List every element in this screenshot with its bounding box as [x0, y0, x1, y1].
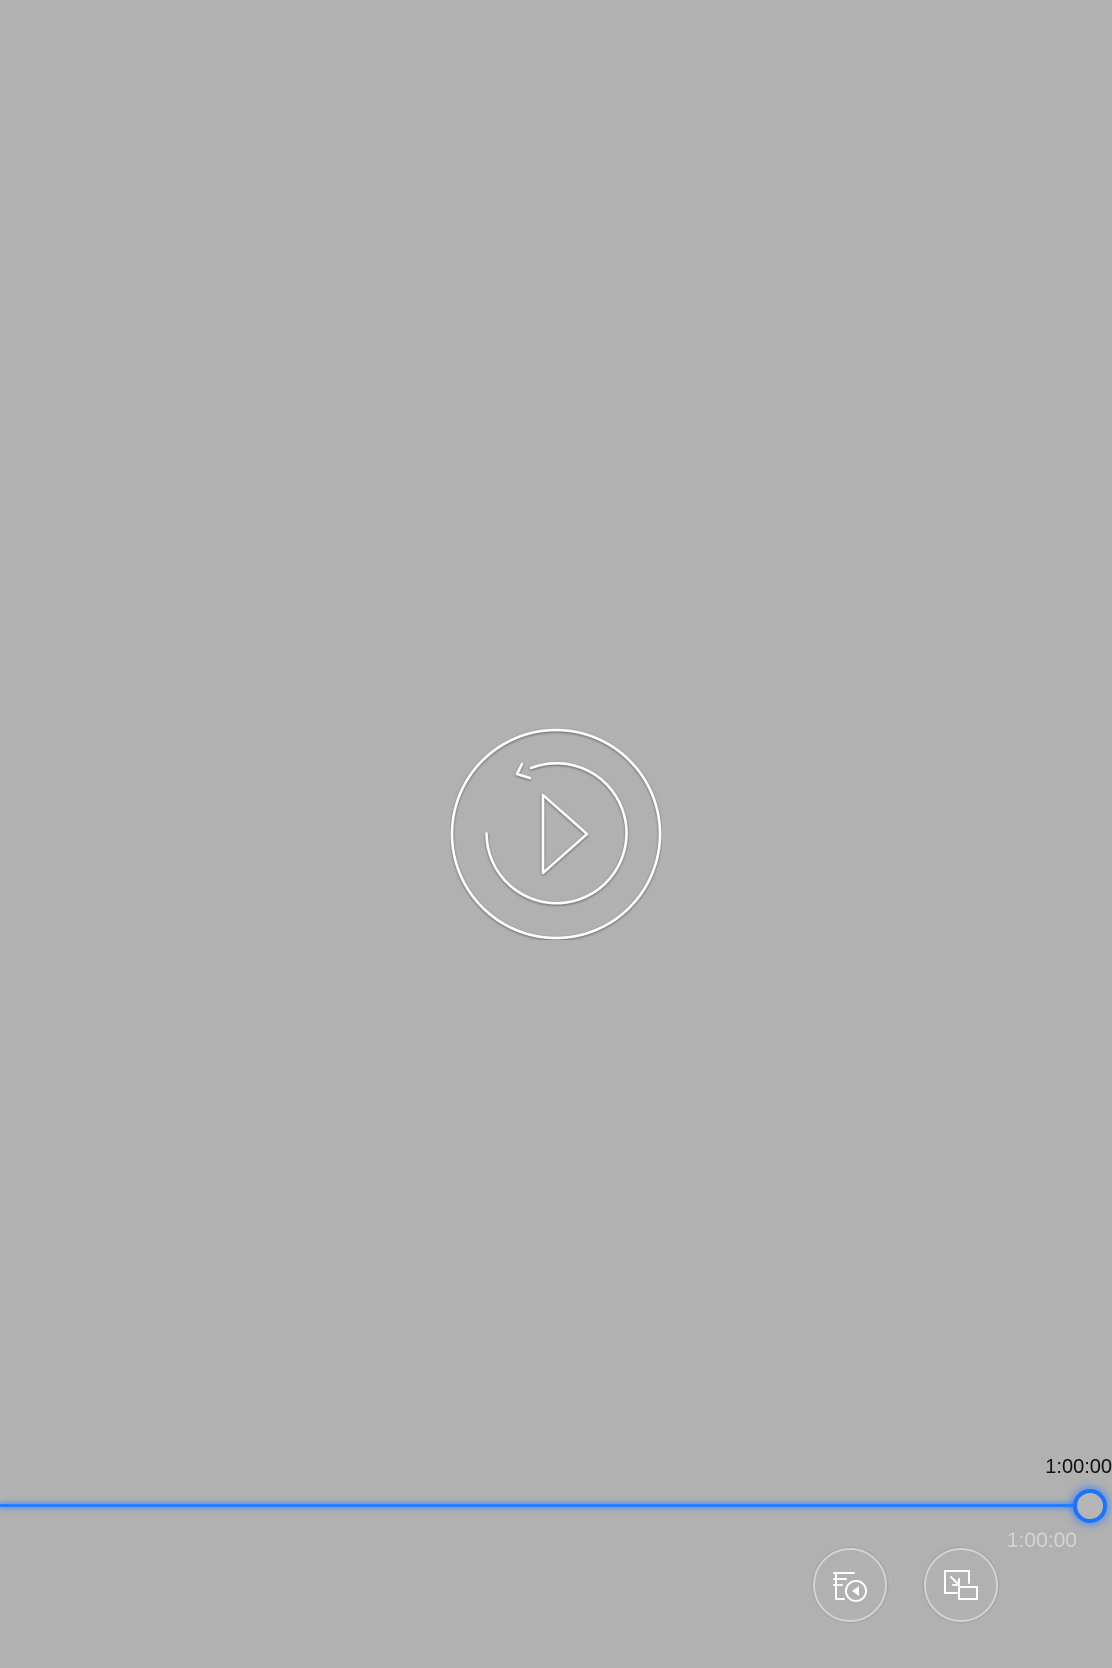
- video-player: 1:00:00 1:00:00: [0, 0, 1112, 1668]
- scrubber-time-tooltip: 1:00:00: [1045, 1456, 1112, 1478]
- playlist-play-icon: [833, 1572, 867, 1602]
- playlist-button[interactable]: [813, 1548, 887, 1622]
- progress-track: [0, 1504, 1090, 1507]
- replay-icon: [450, 728, 662, 940]
- duration-label: 1:00:00: [1006, 1529, 1077, 1552]
- picture-in-picture-button[interactable]: [924, 1548, 998, 1622]
- progress-scrubber[interactable]: [0, 1489, 1112, 1523]
- scrubber-handle[interactable]: [1073, 1489, 1107, 1523]
- picture-in-picture-icon: [944, 1570, 978, 1600]
- replay-button[interactable]: [450, 728, 662, 940]
